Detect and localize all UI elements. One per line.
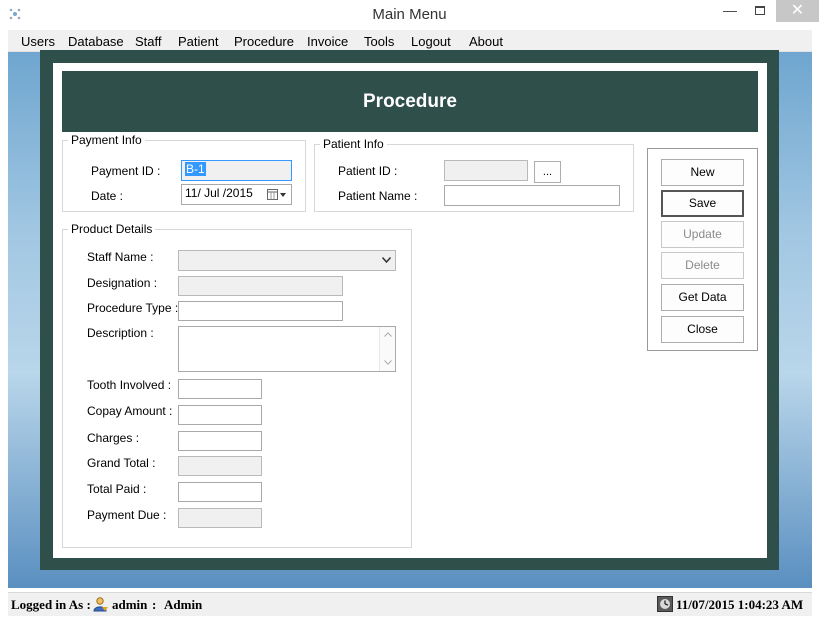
form-banner: Procedure [62, 71, 758, 132]
chevron-down-icon [382, 257, 391, 263]
description-label: Description : [87, 326, 154, 340]
procedure-type-label: Procedure Type : [87, 301, 179, 315]
description-scrollbar[interactable] [379, 327, 395, 371]
patient-name-label: Patient Name : [338, 189, 418, 203]
browse-patient-button[interactable]: ... [534, 161, 561, 183]
delete-button[interactable]: Delete [661, 252, 744, 279]
menu-staff[interactable]: Staff [135, 34, 162, 49]
form-body: Procedure Payment Info Payment ID : B-1 … [53, 63, 767, 558]
window-title: Main Menu [372, 6, 447, 23]
menu-logout[interactable]: Logout [411, 34, 451, 49]
close-window-button[interactable]: ✕ [776, 0, 819, 22]
description-textarea[interactable] [178, 326, 396, 372]
payment-id-value: B-1 [185, 162, 206, 176]
patient-name-field[interactable] [444, 185, 620, 206]
menu-bar: Users Database Staff Patient Procedure I… [8, 30, 812, 52]
grand-total-field[interactable] [178, 456, 262, 476]
menu-users[interactable]: Users [21, 34, 55, 49]
minimize-button[interactable]: — [716, 2, 744, 24]
total-paid-label: Total Paid : [87, 482, 147, 496]
status-bar: Logged in As : admin : Admin 11/07/2015 … [8, 592, 812, 616]
copay-amount-field[interactable] [178, 405, 262, 425]
scroll-up-icon[interactable] [384, 332, 392, 337]
designation-label: Designation : [87, 276, 158, 290]
product-details-group: Product Details Staff Name : Designation… [62, 222, 412, 548]
clock-icon [657, 596, 673, 612]
menu-tools[interactable]: Tools [364, 34, 394, 49]
scroll-down-icon[interactable] [384, 360, 392, 365]
menu-patient[interactable]: Patient [178, 34, 218, 49]
payment-id-field[interactable]: B-1 [181, 160, 292, 181]
update-button[interactable]: Update [661, 221, 744, 248]
user-role: Admin [164, 597, 203, 612]
window-border [0, 0, 8, 621]
menu-invoice[interactable]: Invoice [307, 34, 348, 49]
product-details-legend: Product Details [71, 222, 153, 236]
procedure-type-field[interactable] [178, 301, 343, 321]
menu-procedure[interactable]: Procedure [234, 34, 294, 49]
date-label: Date : [91, 189, 124, 203]
maximize-button[interactable] [746, 4, 774, 26]
logged-in-label: Logged in As : [11, 597, 91, 612]
procedure-form: Procedure Payment Info Payment ID : B-1 … [40, 50, 779, 570]
patient-info-group: Patient Info Patient ID : ... Patient Na… [314, 137, 634, 212]
designation-field[interactable] [178, 276, 343, 296]
maximize-icon [755, 6, 765, 15]
payment-due-label: Payment Due : [87, 508, 167, 522]
patient-id-label: Patient ID : [338, 164, 398, 178]
tooth-involved-field[interactable] [178, 379, 262, 399]
staff-name-label: Staff Name : [87, 250, 154, 264]
grand-total-label: Grand Total : [87, 456, 156, 470]
staff-name-select[interactable] [178, 250, 396, 271]
menu-about[interactable]: About [469, 34, 503, 49]
payment-due-field[interactable] [178, 508, 262, 528]
payment-id-label: Payment ID : [91, 164, 161, 178]
status-datetime: 11/07/2015 1:04:23 AM [676, 597, 804, 612]
payment-info-group: Payment Info Payment ID : B-1 Date : 11/… [62, 133, 306, 212]
payment-info-legend: Payment Info [71, 133, 142, 147]
user-icon [93, 597, 108, 612]
title-bar: Main Menu — ✕ [0, 0, 819, 30]
close-form-button[interactable]: Close [661, 316, 744, 343]
save-button[interactable]: Save [661, 190, 744, 217]
status-separator: : [152, 597, 157, 612]
username: admin [112, 597, 148, 612]
get-data-button[interactable]: Get Data [661, 284, 744, 311]
charges-field[interactable] [178, 431, 262, 451]
date-value: 11/ Jul /2015 [185, 186, 253, 200]
patient-info-legend: Patient Info [323, 137, 384, 151]
patient-id-field[interactable] [444, 160, 528, 181]
calendar-icon[interactable] [267, 189, 287, 200]
charges-label: Charges : [87, 431, 140, 445]
action-button-panel: New Save Update Delete Get Data Close [647, 148, 758, 351]
new-button[interactable]: New [661, 159, 744, 186]
copay-amount-label: Copay Amount : [87, 404, 173, 418]
tooth-involved-label: Tooth Involved : [87, 378, 172, 392]
menu-database[interactable]: Database [68, 34, 124, 49]
date-picker[interactable]: 11/ Jul /2015 [181, 184, 292, 205]
total-paid-field[interactable] [178, 482, 262, 502]
